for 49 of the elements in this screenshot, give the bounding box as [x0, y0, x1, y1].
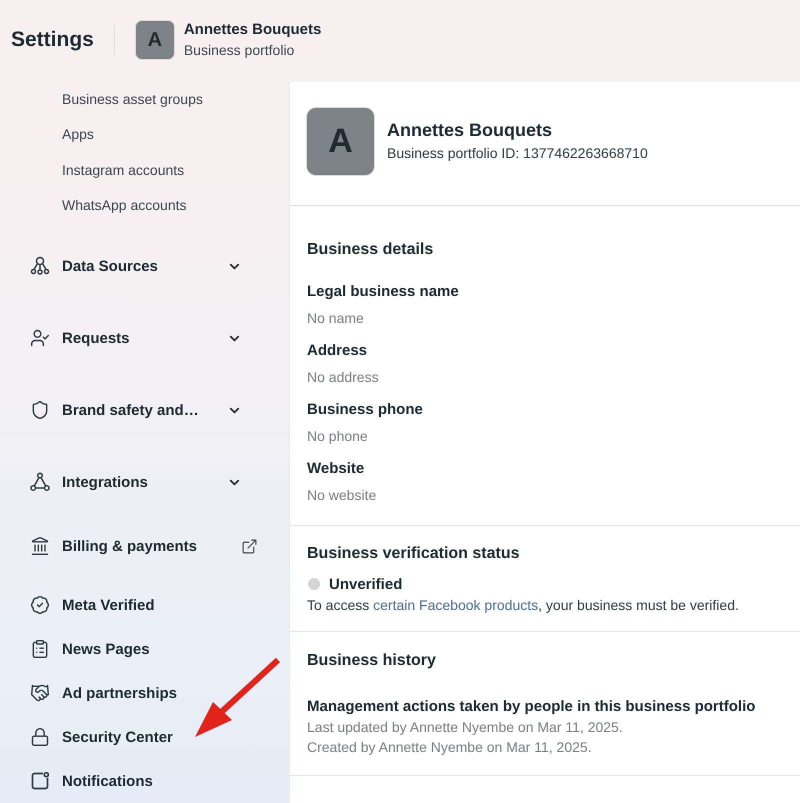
sidebar-item[interactable]: Ad partnerships [0, 671, 290, 715]
section-title: Business history [307, 651, 436, 671]
sidebar-subitem[interactable]: Instagram accounts [0, 152, 290, 188]
sidebar-item[interactable]: Requests [0, 302, 290, 374]
history-entry: Last updated by Annette Nyembe on Mar 11, 2025. [307, 718, 623, 737]
history-heading: Management actions taken by people in this business portfolio [307, 697, 756, 717]
portfolio-type: Business portfolio [184, 41, 296, 59]
person-check-icon [30, 328, 50, 348]
nodes-icon [30, 256, 50, 276]
sidebar-item[interactable]: Billing & payments [0, 518, 290, 574]
sidebar-item[interactable]: Notifications [0, 759, 290, 803]
portfolio-avatar: A [136, 21, 174, 59]
sidebar-item[interactable]: Integrations [0, 446, 290, 518]
portfolio-id: Business portfolio ID: 1377462263668710 [387, 144, 648, 162]
badge-check-icon [30, 595, 50, 615]
field-label: Website [307, 459, 364, 479]
shield-icon [30, 400, 50, 420]
lock-icon [30, 727, 50, 747]
portfolio-avatar: A [307, 108, 374, 175]
external-link-icon [241, 538, 258, 554]
portfolio-name: Annettes Bouquets [184, 21, 322, 39]
status-label: Unverified [329, 576, 402, 592]
field-label: Business phone [307, 400, 423, 420]
sidebar-subitem[interactable]: WhatsApp accounts [0, 188, 290, 223]
field-value: No phone [307, 427, 368, 446]
field-label: Address [307, 341, 368, 361]
bank-icon [30, 536, 50, 556]
sidebar-item[interactable]: Data Sources [0, 230, 290, 302]
history-entry: Created by Annette Nyembe on Mar 11, 2025. [307, 738, 592, 757]
handshake-icon [30, 683, 50, 703]
sidebar-item[interactable]: News Pages [0, 627, 290, 671]
sidebar-item[interactable]: Security Center [0, 715, 290, 759]
products-link[interactable]: certain Facebook products [373, 597, 538, 613]
field-value: No website [307, 486, 376, 505]
page-title: Settings [11, 28, 94, 52]
sidebar-item[interactable]: Meta Verified [0, 583, 290, 627]
portfolio-name: Annettes Bouquets [387, 119, 554, 141]
connected-nodes-icon [30, 472, 50, 492]
sidebar-subitem[interactable]: Business asset groups [0, 81, 290, 116]
field-value: No address [307, 368, 379, 387]
field-value: No name [307, 309, 364, 328]
notification-icon [30, 771, 50, 791]
section-title: Business details [307, 240, 434, 260]
sidebar-item[interactable]: Brand safety and… [0, 374, 290, 446]
verification-message: To access certain Facebook products, your business must be verified. [307, 596, 739, 615]
section-title: Business verification status [307, 544, 520, 564]
sidebar-subitem[interactable]: Apps [0, 116, 290, 152]
field-label: Legal business name [307, 282, 459, 302]
clipboard-icon [30, 639, 50, 659]
